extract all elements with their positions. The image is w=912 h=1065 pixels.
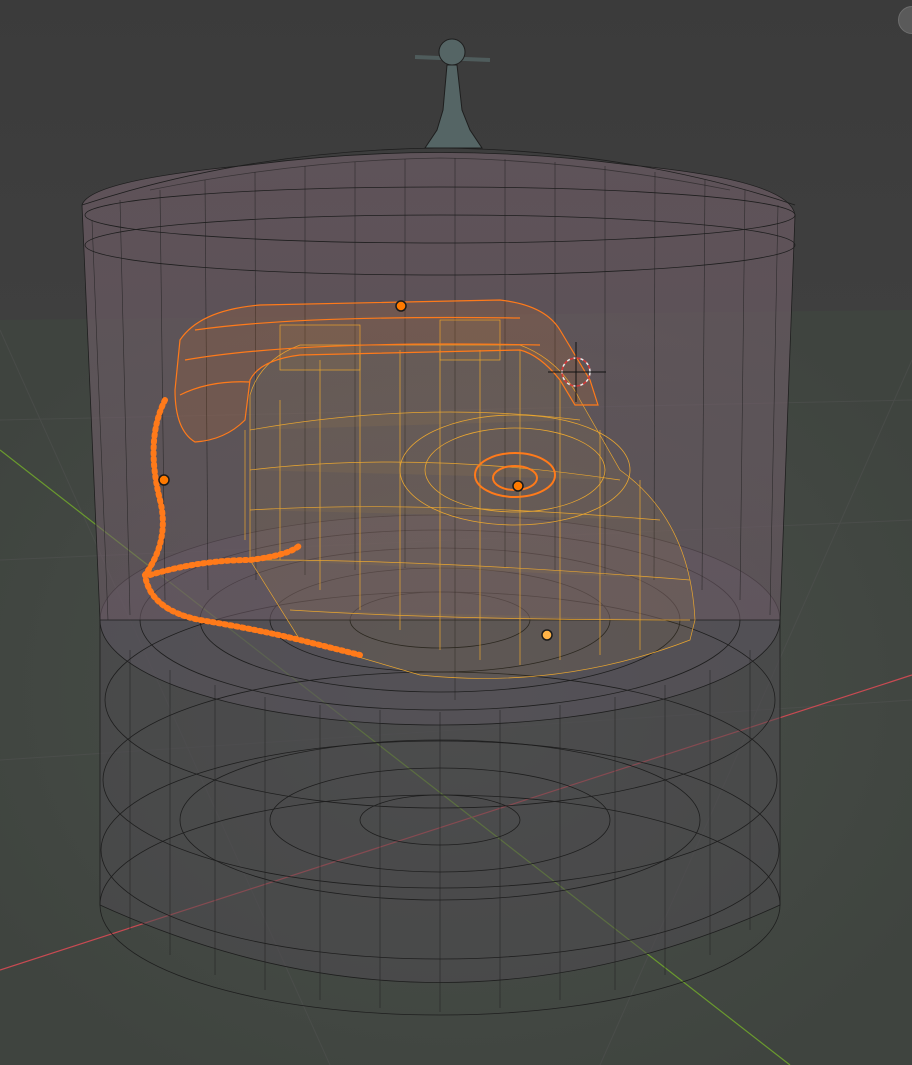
origin-cord (158, 474, 170, 486)
origin-handset (395, 300, 407, 312)
origin-body (541, 629, 553, 641)
dome-knob[interactable] (414, 38, 491, 149)
origin-dial (512, 480, 524, 492)
viewport-canvas[interactable] (0, 0, 912, 1065)
3d-viewport[interactable] (0, 0, 912, 1065)
